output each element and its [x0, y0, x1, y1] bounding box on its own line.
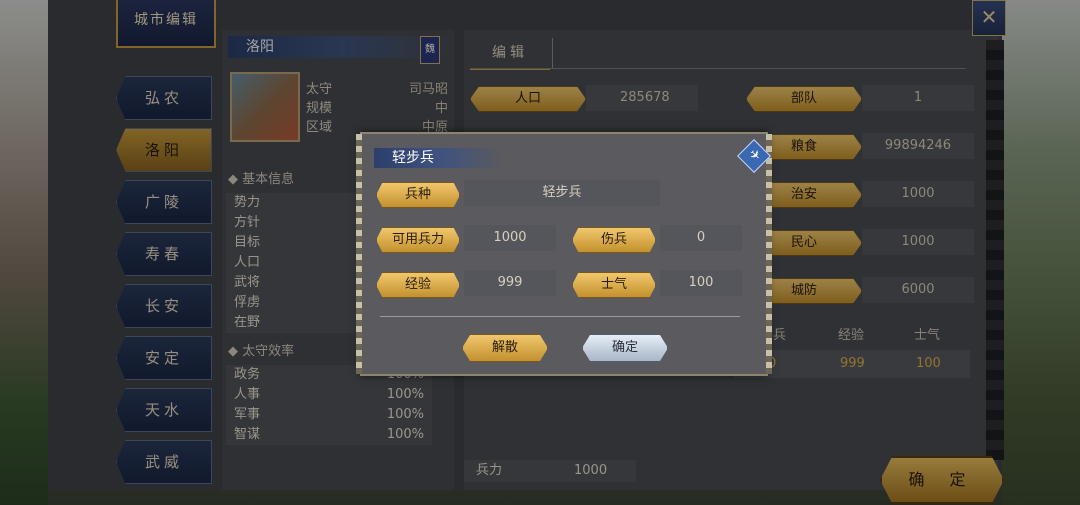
dialog-divider — [380, 316, 740, 317]
wounded-input[interactable]: 0 — [660, 225, 742, 251]
confirm-button[interactable]: 确定 — [582, 334, 668, 362]
wounded-label: 伤兵 — [572, 227, 656, 253]
unit-type-value[interactable]: 轻步兵 — [464, 180, 660, 206]
disband-button[interactable]: 解散 — [462, 334, 548, 362]
available-troops-input[interactable]: 1000 — [464, 225, 556, 251]
morale-label: 士气 — [572, 272, 656, 298]
experience-label: 经验 — [376, 272, 460, 298]
available-troops-label: 可用兵力 — [376, 227, 460, 253]
morale-input[interactable]: 100 — [660, 270, 742, 296]
dialog-edge-right — [766, 134, 772, 374]
unit-edit-dialog: 轻步兵 ✈ 兵种 轻步兵 可用兵力 1000 伤兵 0 经验 999 士气 10… — [356, 132, 772, 376]
experience-input[interactable]: 999 — [464, 270, 556, 296]
dialog-title: 轻步兵 — [374, 148, 502, 168]
dialog-edge-left — [356, 134, 362, 374]
unit-type-label: 兵种 — [376, 182, 460, 208]
